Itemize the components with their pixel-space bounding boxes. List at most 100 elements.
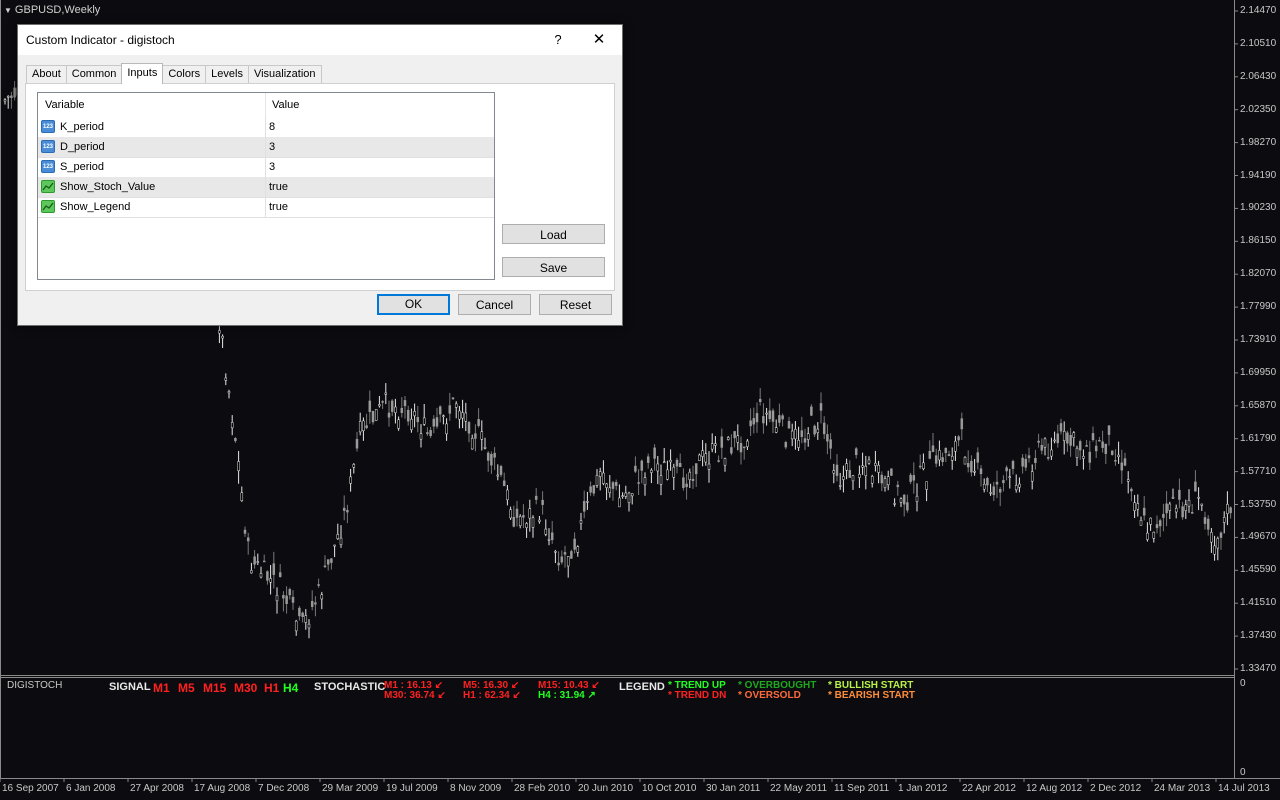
candle-body [1110,450,1114,455]
candle-body [877,464,880,473]
candle-body [1200,503,1204,506]
tab-inputs[interactable]: Inputs [121,63,164,84]
candle-body [394,406,397,413]
tab-about[interactable]: About [26,65,67,83]
candle-body [314,602,317,605]
candle-body [874,462,877,466]
grid-row-s-period[interactable]: 123 S_period 3 [38,157,494,178]
candle-body [938,450,941,461]
grid-row-d-period[interactable]: 123 D_period 3 [38,137,494,158]
candle-body [1114,460,1117,462]
chart-symbol-title[interactable]: ▼ GBPUSD,Weekly [4,4,100,16]
save-button[interactable]: Save [502,257,605,277]
candle-body [986,478,989,486]
candle-body [954,440,957,452]
candle-body [845,463,848,471]
candle-body [1136,503,1140,510]
row-variable-name: D_period [60,141,105,153]
column-divider[interactable] [265,93,266,117]
reset-button[interactable]: Reset [539,294,612,315]
legend-label: LEGEND [619,681,665,693]
candle-body [307,623,311,629]
candle-body [256,561,260,563]
candle-body [698,454,701,461]
candle-body [291,596,295,603]
dialog-title: Custom Indicator - digistoch [26,33,175,47]
price-tick-label: 1.33470 [1240,663,1277,674]
date-tick-label: 22 May 2011 [770,783,828,794]
row-variable-name: K_period [60,121,105,133]
candle-body [1040,444,1044,451]
candle-body [640,460,644,471]
grid-row-show-stoch-value[interactable]: Show_Stoch_Value true [38,177,494,198]
candle-body [624,492,628,497]
tab-common[interactable]: Common [65,65,123,83]
candle-body [374,409,378,421]
candle-body [982,483,986,490]
tab-colors[interactable]: Colors [162,65,207,83]
candle-body [1059,423,1063,432]
row-value[interactable]: 3 [269,141,275,153]
candle-body [525,523,528,528]
date-tick-label: 12 Aug 2012 [1026,783,1083,794]
candle-body [832,470,836,474]
symbol-timeframe-label: GBPUSD,Weekly [14,4,101,16]
candle-body [560,556,564,563]
candle-body [826,434,829,442]
candle-body [630,493,634,497]
candle-body [1101,441,1104,448]
dialog-titlebar[interactable]: Custom Indicator - digistoch ? ✕ [18,25,622,55]
subwindow-axis-bottom: 0 [1240,767,1246,778]
trend-down-arrow-icon: ↙ [437,690,446,701]
candle-body [1226,504,1229,514]
inputs-grid[interactable]: Variable Value 123 K_period 8 123 D_peri… [37,92,495,280]
price-tick-label: 1.41510 [1240,597,1277,609]
candle-body [589,486,592,493]
row-value[interactable]: 3 [269,161,275,173]
grid-row-k-period[interactable]: 123 K_period 8 [38,117,494,138]
candle-body [477,419,480,426]
candle-body [336,534,340,540]
candle-body [726,437,730,440]
candle-body [1098,439,1101,442]
candle-body [570,551,573,559]
price-tick-label: 2.14470 [1240,5,1277,16]
candle-body [1005,467,1008,472]
candle-body [349,476,352,484]
candle-body [1206,518,1210,530]
candle-body [250,570,253,574]
candle-body [403,400,407,407]
candle-body [714,443,717,446]
close-icon[interactable]: ✕ [588,29,610,51]
tab-levels[interactable]: Levels [205,65,249,83]
candle-body [870,476,874,484]
date-tick-label: 29 Mar 2009 [322,783,379,794]
column-header-variable[interactable]: Variable [45,99,85,111]
candle-body [806,433,810,440]
candle-body [531,517,535,528]
dropdown-arrow-icon[interactable]: ▼ [4,6,12,15]
candle-body [320,594,324,600]
candle-body [730,447,733,454]
candle-body [621,495,624,497]
cancel-button[interactable]: Cancel [458,294,531,315]
candle-body [266,571,269,581]
row-value[interactable]: true [269,181,288,193]
ok-button[interactable]: OK [377,294,450,315]
candle-body [781,415,784,420]
row-value[interactable]: true [269,201,288,213]
candle-body [326,559,330,565]
help-icon[interactable]: ? [548,29,568,51]
candle-body [1043,438,1047,448]
signal-tf-m5: M5 [178,681,195,695]
date-tick-label: 2 Dec 2012 [1090,783,1142,794]
candle-body [304,615,308,623]
candle-body [429,430,432,437]
load-button[interactable]: Load [502,224,605,244]
row-value[interactable]: 8 [269,121,275,133]
column-header-value[interactable]: Value [272,99,299,111]
grid-row-show-legend[interactable]: Show_Legend true [38,197,494,218]
tab-visualization[interactable]: Visualization [247,65,322,83]
candle-body [547,539,551,541]
candle-body [13,87,16,98]
